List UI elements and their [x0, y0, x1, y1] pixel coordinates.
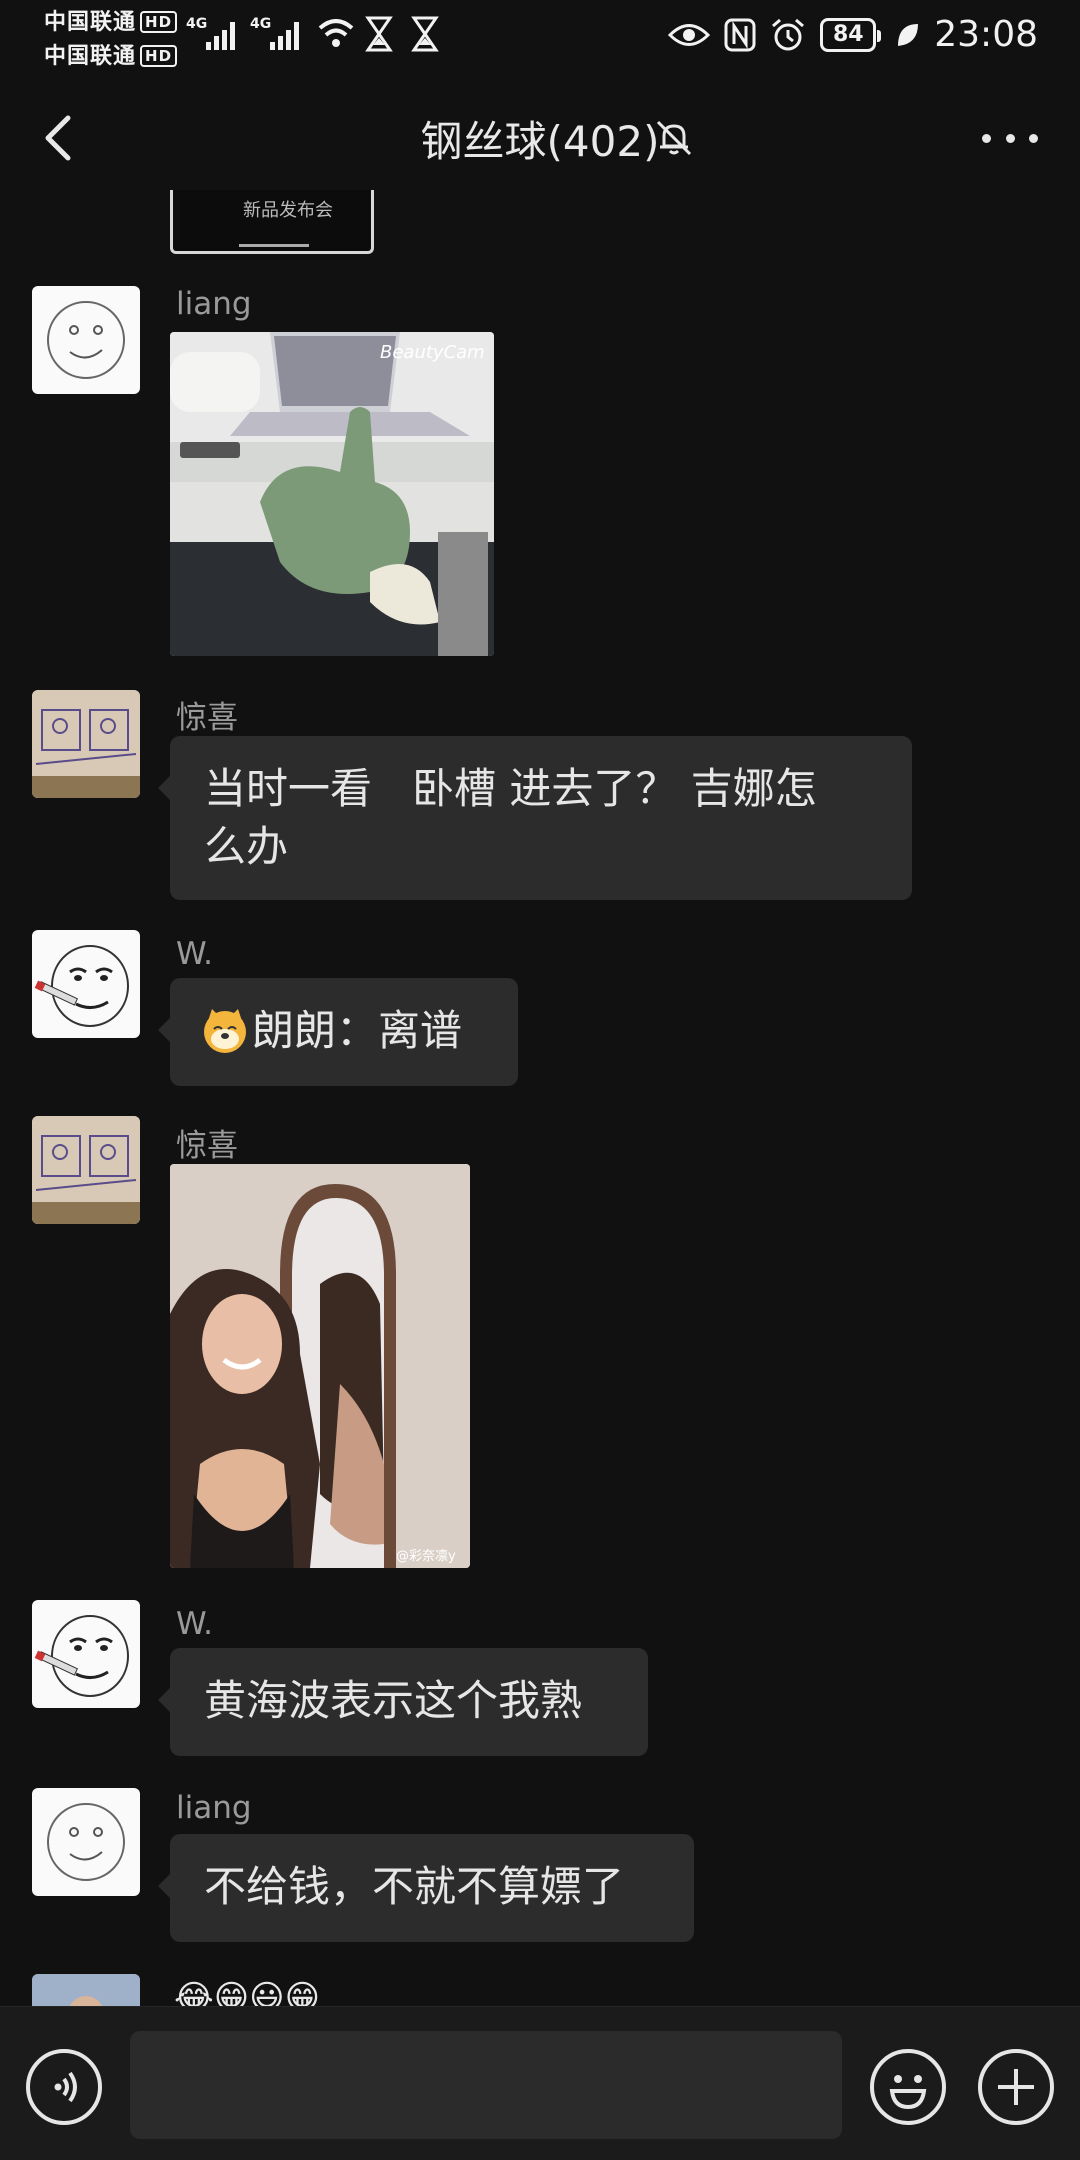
smiley-face-icon: [47, 1803, 125, 1881]
image-message-glove[interactable]: BeautyCam: [170, 332, 494, 656]
chat-title[interactable]: 钢丝球(402): [421, 117, 660, 166]
voice-waves: [54, 2071, 77, 2103]
photo-avatar-icon: [32, 1974, 140, 2006]
title-wrap: 钢丝球(402): [0, 108, 1080, 169]
text-message-bubble[interactable]: 黄海波表示这个我熟: [158, 1648, 648, 1756]
hourglass-icon-2: [411, 16, 439, 52]
sender-name: liang: [176, 286, 252, 322]
status-right-group: 84 23:08: [668, 14, 1038, 55]
sender-name: W.: [176, 1606, 213, 1642]
nfc-icon: [724, 18, 756, 51]
plus-icon[interactable]: [978, 2049, 1054, 2125]
leaf-icon: [898, 23, 919, 46]
signal-icon: 4G: [186, 16, 235, 50]
hd-badge: HD: [140, 11, 178, 33]
smiley-icon[interactable]: [870, 2049, 946, 2125]
voice-icon[interactable]: [26, 2049, 102, 2125]
smoking-meme-avatar-icon: [34, 945, 129, 1027]
video-caption: 新品发布会: [243, 200, 333, 221]
portrait-photo: @彩奈凛y: [170, 1164, 470, 1568]
sender-name: 惊喜: [176, 1128, 238, 1164]
smiley-face-icon: [47, 301, 125, 379]
network-type-label-1: 4G: [186, 16, 207, 32]
avatar-jingxi[interactable]: [32, 1116, 140, 1224]
message-text: 不给钱，不就不算嫖了: [204, 1862, 625, 1911]
wifi-icon: [318, 19, 354, 47]
smoking-meme-avatar-icon: [34, 1615, 129, 1697]
text-message-bubble[interactable]: 当时一看 卧槽 进去了？ 吉娜怎 么办: [158, 736, 912, 900]
avatar-w[interactable]: [32, 1600, 140, 1708]
alarm-icon: [772, 18, 805, 50]
carrier-1: 中国联通 HD: [44, 4, 178, 36]
hd-badge: HD: [140, 45, 178, 67]
more-dots-icon[interactable]: [982, 118, 1038, 158]
message-text-line-1: 当时一看 卧槽 进去了？ 吉娜怎: [204, 764, 817, 813]
plus-glyph: [998, 2069, 1034, 2105]
eye-icon: [668, 23, 711, 46]
chat-message-list[interactable]: 新品发布会 liang BeautyCam 惊喜 当时一看 卧槽 进去了？ 吉娜…: [0, 190, 1080, 2006]
image-watermark: BeautyCam: [380, 342, 485, 363]
carrier-2: 中国联通 HD: [44, 38, 178, 70]
avatar-w[interactable]: [32, 930, 140, 1038]
bell-off-icon: [656, 120, 692, 156]
text-message-bubble[interactable]: 朗朗：离谱: [158, 978, 518, 1086]
sender-name: W.: [176, 936, 213, 972]
video-progress: [239, 244, 309, 247]
sketch-avatar-icon: [32, 690, 140, 798]
battery-level: 84: [832, 22, 864, 47]
sketch-avatar-icon: [32, 1116, 140, 1224]
carrier-2-label: 中国联通: [44, 44, 137, 69]
glove-photo: BeautyCam: [170, 332, 494, 656]
message-text: 黄海波表示这个我熟: [204, 1676, 583, 1725]
battery-indicator: 84: [820, 17, 882, 52]
smiley-glyph: [889, 2075, 927, 2110]
avatar-partial[interactable]: [32, 1974, 140, 2006]
carrier-1-label: 中国联通: [44, 10, 137, 35]
chat-header: 钢丝球(402): [0, 96, 1080, 180]
input-bar: [0, 2006, 1080, 2160]
emoji-message-partial[interactable]: 😂😁😃😁: [174, 1976, 320, 2006]
status-bar: 中国联通 HD 中国联通 HD 4G 4G 84 23:08: [0, 0, 1080, 74]
avatar-liang[interactable]: [32, 1788, 140, 1896]
hourglass-icon: [365, 16, 393, 52]
avatar-jingxi[interactable]: [32, 690, 140, 798]
network-type-label-2: 4G: [250, 16, 271, 32]
avatar-liang[interactable]: [32, 286, 140, 394]
image-message-photo[interactable]: @彩奈凛y: [170, 1164, 470, 1568]
signal-icon-2: 4G: [250, 16, 299, 50]
message-text-line-2: 么办: [204, 822, 289, 871]
doge-emoji-icon: [204, 1009, 246, 1053]
sender-name: 惊喜: [176, 700, 238, 736]
text-message-bubble[interactable]: 不给钱，不就不算嫖了: [158, 1834, 694, 1942]
image-watermark: @彩奈凛y: [396, 1548, 456, 1564]
message-text: 朗朗：离谱: [252, 1006, 463, 1055]
clock: 23:08: [934, 14, 1038, 55]
image-message-partial[interactable]: 新品发布会: [170, 190, 374, 254]
sender-name: liang: [176, 1790, 252, 1826]
message-input[interactable]: [130, 2031, 842, 2139]
